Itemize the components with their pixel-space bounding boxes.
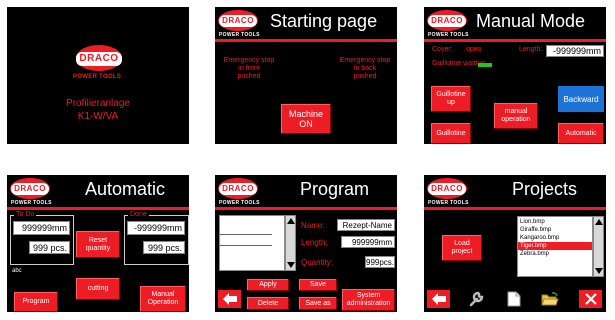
guillotine-status-indicator [478, 63, 492, 67]
automatic-panel: DRACO POWER TOOLS Automatic To Do 999999… [7, 175, 189, 312]
done-pcs-field: 999 pcs. [143, 241, 185, 254]
length-input[interactable]: 999999mm [341, 236, 395, 248]
program-button[interactable]: Program [14, 292, 58, 312]
machine-name-line2: K1-W/VA [77, 111, 119, 122]
folder-open-icon [540, 292, 559, 306]
page-title: Projects [512, 179, 578, 199]
save-button[interactable]: Save [299, 279, 337, 291]
estop-back-status: Emergency stop in back pushed [339, 57, 391, 80]
delete-project-button[interactable] [579, 290, 602, 308]
program-panel: DRACO POWER TOOLS Program Name: Rezept-N… [215, 175, 397, 312]
title-underline [424, 207, 606, 210]
list-item-selected[interactable]: Tiger.bmp [518, 242, 592, 250]
scroll-up-arrow-icon[interactable] [287, 218, 295, 224]
draco-logo: DRACO [76, 45, 122, 71]
guillotine-up-button[interactable]: Guillotine up [431, 86, 471, 112]
backward-button[interactable]: Backward [558, 86, 604, 112]
manual-operation-button[interactable]: manual operation [494, 103, 538, 129]
draco-logo: DRACO [427, 178, 467, 199]
system-administration-button[interactable]: System administration [342, 289, 395, 311]
logo-subtitle: POWER TOOLS [73, 74, 122, 80]
manual-mode-panel: DRACO POWER TOOLS Manual Mode Cover: ope… [424, 7, 606, 144]
done-group-label: Done [128, 211, 149, 218]
page-title: Starting page [270, 11, 378, 31]
machine-on-button[interactable]: Machine ON [281, 104, 331, 134]
scroll-up-arrow-icon[interactable] [595, 219, 603, 225]
projects-panel: DRACO POWER TOOLS Projects Load project … [424, 175, 606, 312]
save-as-button[interactable]: Save as [299, 297, 337, 310]
new-document-icon [507, 291, 520, 307]
delete-button[interactable]: Delete [247, 297, 289, 310]
name-label: Name: [301, 221, 325, 230]
back-arrow-button[interactable] [218, 290, 241, 308]
done-length-field: -999999mm [127, 221, 185, 235]
open-folder-button[interactable] [538, 290, 561, 308]
guillotine-button[interactable]: Guillotine [431, 123, 471, 144]
page-title: Automatic [85, 179, 166, 199]
scroll-down-arrow-icon[interactable] [287, 262, 295, 268]
logo-subtitle: POWER TOOLS [219, 200, 260, 206]
load-project-button[interactable]: Load project [442, 235, 482, 261]
todo-pcs-field: 999 pcs. [29, 241, 70, 254]
recipe-name-input[interactable]: Rezept-Name [337, 219, 395, 231]
list-row[interactable] [220, 234, 272, 246]
project-file-list[interactable]: Lion.bmp Giraffe.bmp Kangaroo.bmp Tiger.… [517, 216, 593, 277]
wrench-icon [469, 291, 483, 307]
splash-panel: DRACO POWER TOOLS Profilieranlage K1-W/V… [7, 7, 189, 144]
recipe-list[interactable] [219, 215, 285, 271]
manual-operation-button[interactable]: Manual Operation [140, 286, 186, 312]
length-label: Length: [301, 238, 328, 247]
length-label: Length: [519, 46, 543, 53]
cover-value: open [466, 46, 482, 53]
back-arrow-icon [431, 293, 446, 305]
logo-subtitle: POWER TOOLS [428, 200, 469, 206]
machine-name-line1: Profilieranlage [66, 98, 130, 109]
length-display: -999999mm [546, 45, 604, 57]
list-item[interactable]: Lion.bmp [518, 218, 592, 226]
logo-subtitle: POWER TOOLS [219, 32, 260, 38]
apply-button[interactable]: Apply [247, 279, 289, 291]
list-item[interactable]: Giraffe.bmp [518, 226, 592, 234]
automatic-button[interactable]: Automatic [558, 123, 604, 144]
draco-logo: DRACO [218, 178, 258, 199]
quantity-input[interactable]: 999pcs. [365, 256, 395, 268]
page-title: Program [300, 179, 370, 199]
back-arrow-icon [222, 293, 237, 305]
abc-text: abc [12, 268, 22, 274]
cover-label: Cover: [432, 46, 453, 53]
close-x-icon [584, 293, 597, 305]
todo-length-field: 999999mm [13, 221, 70, 235]
draco-logo: DRACO [427, 10, 467, 31]
draco-logo: DRACO [10, 178, 50, 199]
recipe-list-scrollbar[interactable] [285, 215, 296, 271]
back-arrow-button[interactable] [427, 290, 450, 308]
settings-button[interactable] [464, 290, 487, 308]
estop-front-status: Emergency stop in front pushed [223, 57, 275, 80]
title-underline [424, 39, 606, 42]
todo-group-label: To Do [14, 211, 37, 218]
quantity-label: Quantity: [301, 258, 334, 267]
list-item[interactable]: Zebra.bmp [518, 250, 592, 258]
scroll-down-arrow-icon[interactable] [595, 268, 603, 274]
title-underline [215, 207, 397, 210]
draco-logo: DRACO [218, 10, 258, 31]
title-underline [7, 207, 189, 210]
logo-subtitle: POWER TOOLS [428, 32, 469, 38]
new-file-button[interactable] [502, 290, 525, 308]
title-underline [215, 39, 397, 42]
page-title: Manual Mode [476, 11, 586, 31]
list-item[interactable]: Kangaroo.bmp [518, 234, 592, 242]
starting-page-panel: DRACO POWER TOOLS Starting page Emergenc… [215, 7, 397, 144]
reset-quantity-button[interactable]: Reset quantity [76, 231, 120, 258]
project-list-scrollbar[interactable] [593, 216, 604, 277]
logo-subtitle: POWER TOOLS [11, 200, 52, 206]
cutting-button[interactable]: cutting [76, 278, 120, 300]
